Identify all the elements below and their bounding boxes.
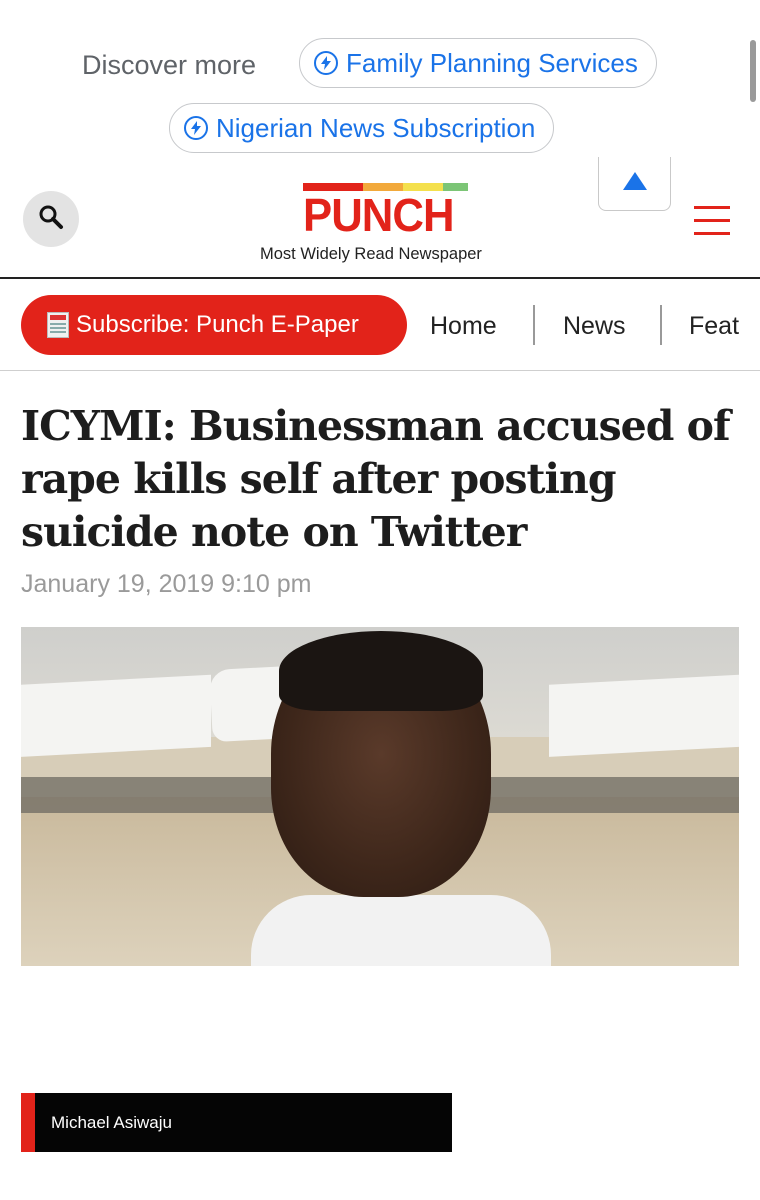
subscribe-epaper-button[interactable]: Subscribe: Punch E-Paper [21,295,407,355]
author-box[interactable]: Michael Asiwaju [21,1093,452,1152]
triangle-up-icon [622,172,647,195]
nav-divider [0,370,760,371]
discover-chip-family-planning[interactable]: Family Planning Services [299,38,657,88]
nav-item-featured[interactable]: Featured [689,312,740,341]
chip-label: Family Planning Services [346,47,638,78]
tagline: Most Widely Read Newspaper [260,245,482,263]
nav-separator [660,305,662,345]
photo-shirt [251,895,551,966]
discover-chip-nigerian-news[interactable]: Nigerian News Subscription [169,103,555,153]
nav-separator [533,305,535,345]
hamburger-icon [694,219,730,222]
scrollbar[interactable] [750,40,756,102]
article-headline: ICYMI: Businessman accused of rape kills… [21,402,731,556]
author-name: Michael Asiwaju [51,1113,172,1132]
hamburger-icon [694,206,730,209]
chip-label: Nigerian News Subscription [216,112,536,143]
nav-item-home[interactable]: Home [430,312,497,341]
discover-more-label: Discover more [82,50,257,80]
subscribe-label: Subscribe: Punch E-Paper [76,311,359,338]
nav-item-news[interactable]: News [563,312,626,341]
menu-button[interactable] [694,206,730,236]
bolt-icon [314,51,338,75]
scroll-to-top-button[interactable] [598,157,671,211]
photo-hair [279,631,483,711]
hamburger-icon [694,232,730,235]
punch-logo[interactable]: PUNCH [303,183,471,241]
header-divider [0,277,760,279]
discover-more-section: Discover more Family Planning Services N… [0,0,760,165]
nav-item-featured-clip: Featured [689,312,740,346]
logo-text: PUNCH [303,189,455,241]
search-button[interactable] [23,191,79,247]
bolt-icon [184,116,208,140]
article-date: January 19, 2019 9:10 pm [21,570,312,598]
author-accent [21,1093,35,1152]
image-panel-right [549,627,739,966]
article-image [21,627,739,966]
search-icon [38,204,64,235]
newspaper-icon [47,312,69,338]
image-panel-left [21,627,211,966]
